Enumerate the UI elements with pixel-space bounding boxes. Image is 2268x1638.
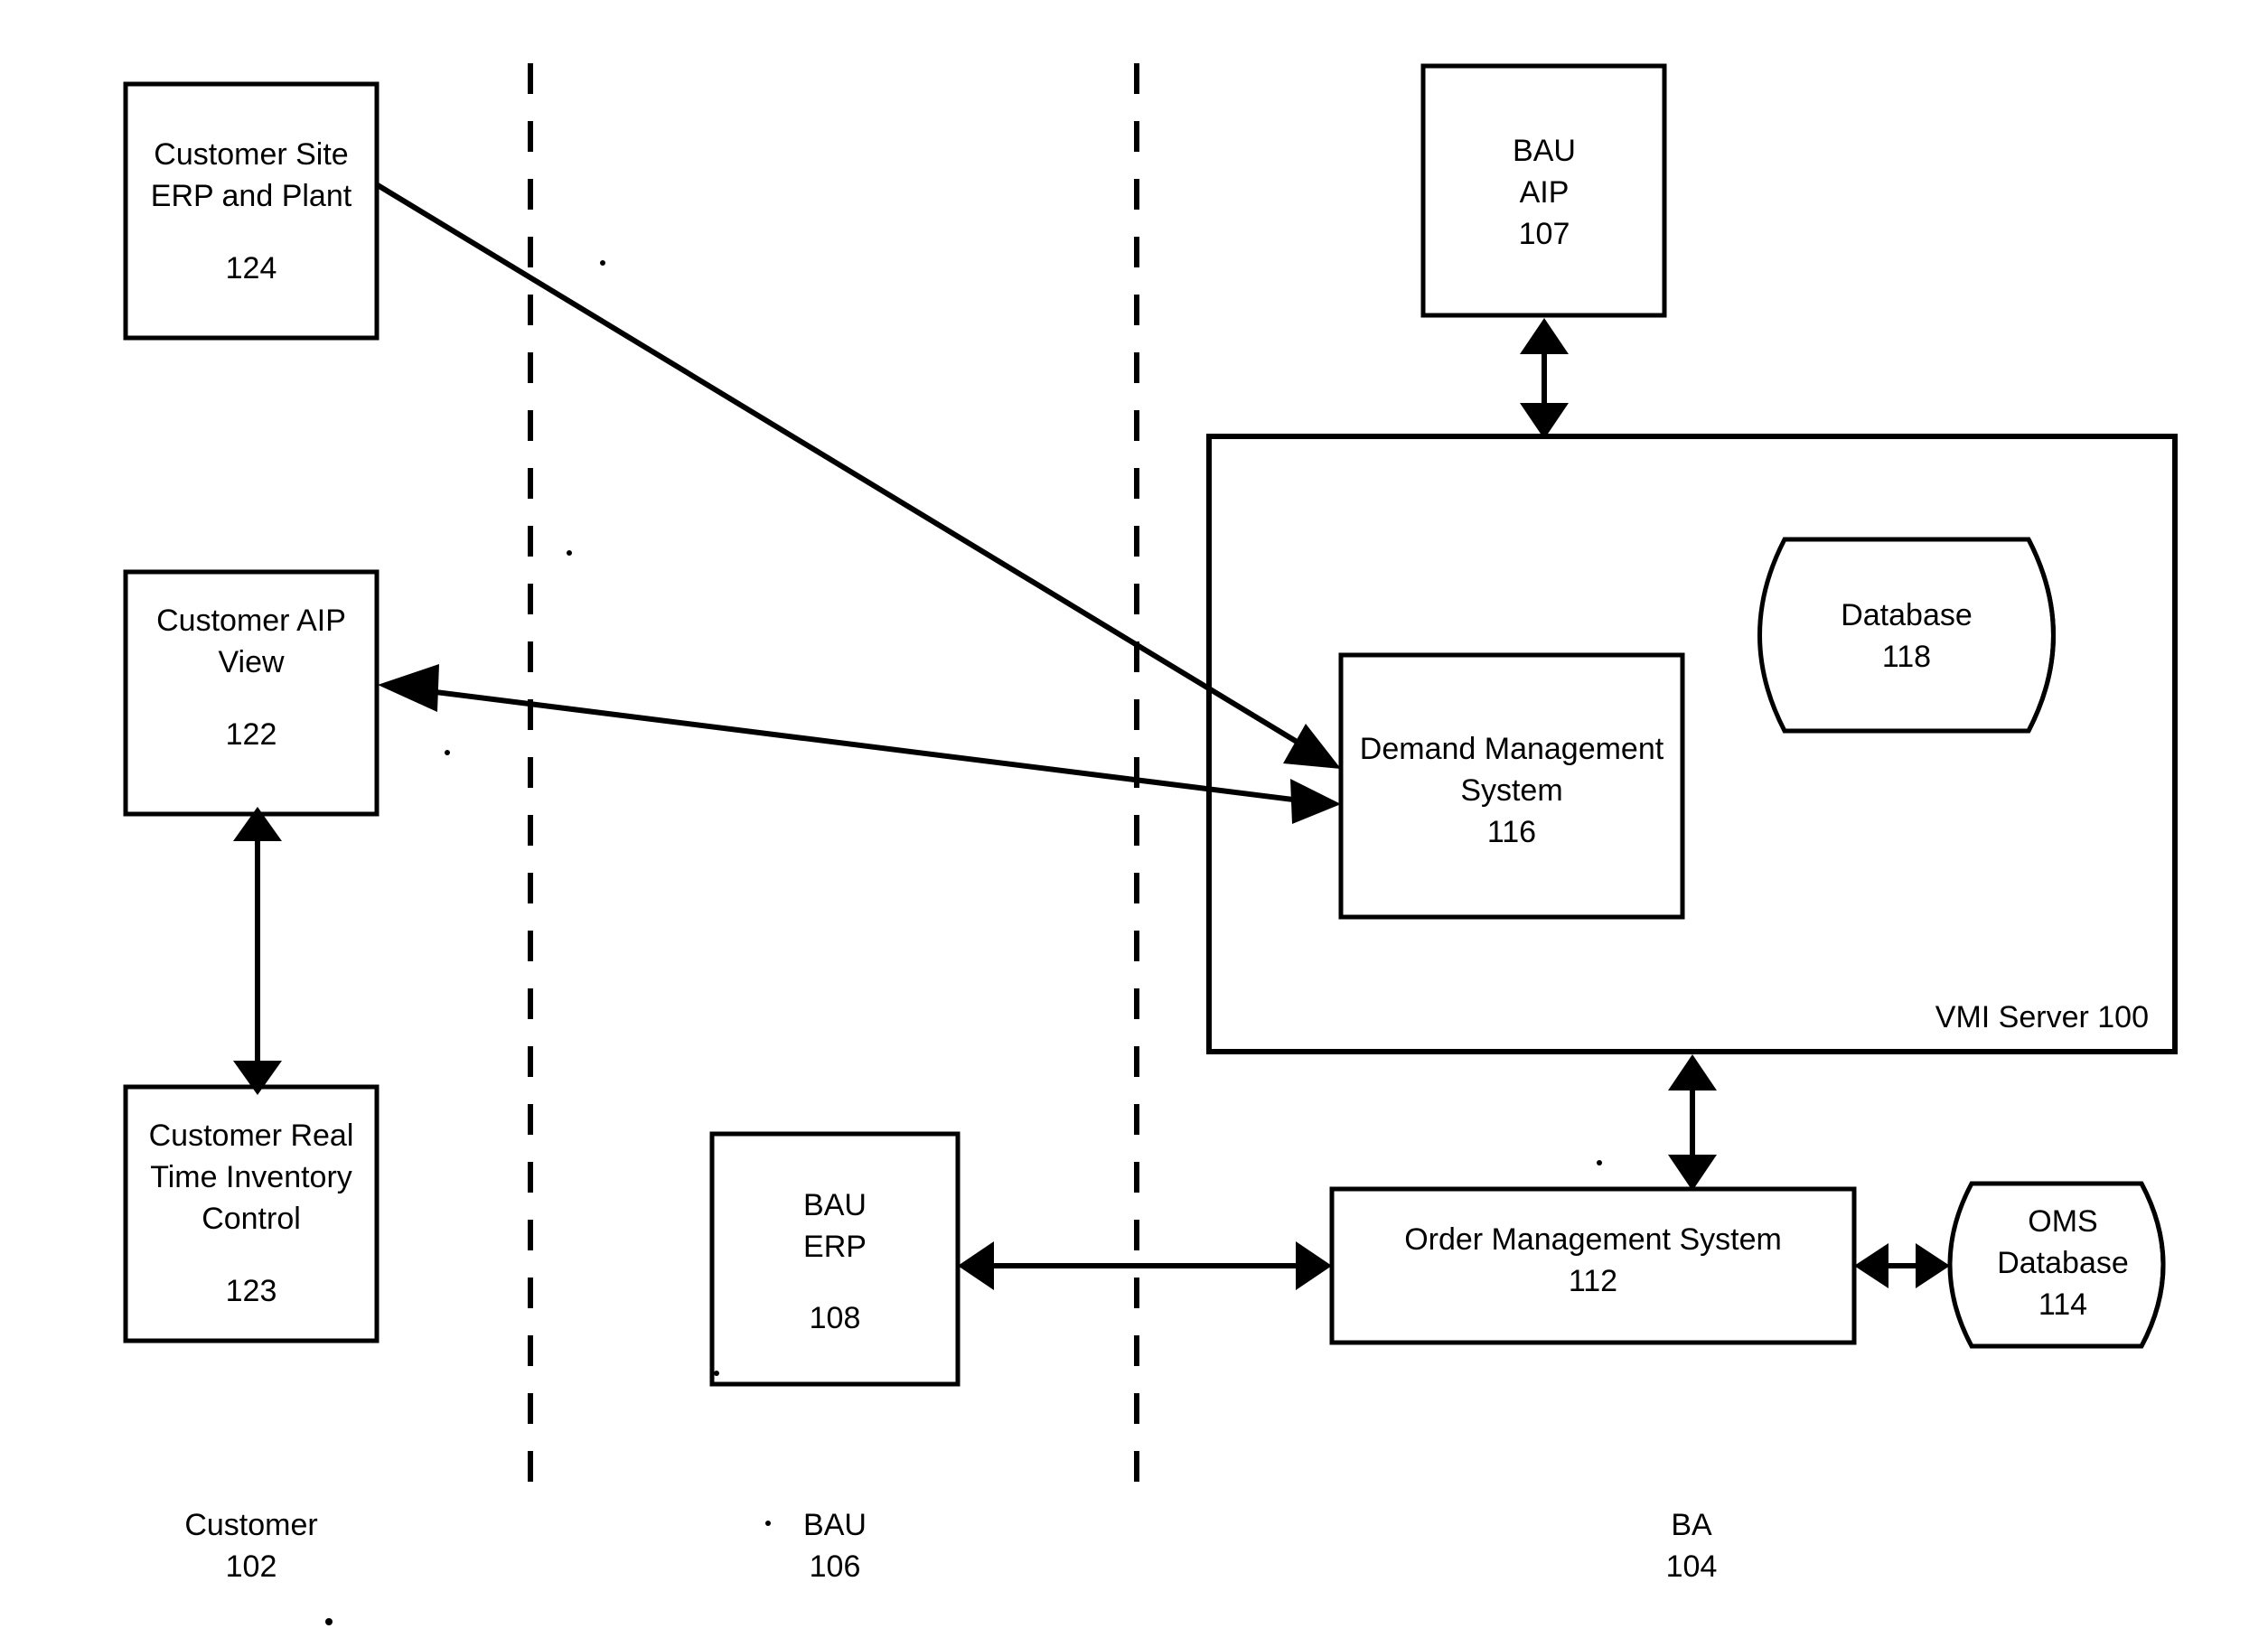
- zone-label-customer: Customer 102: [184, 1508, 317, 1584]
- connector-oms-to-omsdb-arrowhead-left: [1854, 1243, 1888, 1288]
- node-database-number: 118: [1882, 640, 1931, 674]
- zone-label-bau-name: BAU: [803, 1508, 867, 1542]
- diagram-canvas: Customer Site ERP and Plant 124 Customer…: [123, 63, 2178, 1625]
- connector-vmiserver-to-oms-arrowhead-up: [1668, 1054, 1717, 1090]
- vmi-server-container-label: VMI Server 100: [1935, 1000, 2149, 1034]
- node-bau-aip-line1: BAU: [1513, 134, 1576, 168]
- connector-bauaip-to-vmiserver: [1520, 318, 1569, 439]
- node-oms-database-cylinder[interactable]: OMS Database 114: [1947, 1181, 2166, 1349]
- node-database-cylinder-body[interactable]: [1757, 537, 2056, 734]
- node-demand-management-system[interactable]: Demand Management System 116: [1338, 652, 1685, 920]
- node-demand-management-system-line2: System: [1460, 773, 1562, 808]
- connector-bauerp-to-oms-arrowhead-right: [1296, 1241, 1332, 1290]
- scan-speck: [714, 1371, 719, 1376]
- node-bau-aip[interactable]: BAU AIP 107: [1420, 63, 1667, 318]
- node-oms-database-number: 114: [2038, 1287, 2087, 1322]
- node-database-label: Database: [1841, 598, 1973, 632]
- node-customer-aip-view-number: 122: [226, 717, 277, 752]
- node-bau-erp-line1: BAU: [803, 1188, 867, 1222]
- connector-oms-to-omsdb-arrowhead-right: [1916, 1243, 1950, 1288]
- node-oms-database-line2: Database: [1997, 1246, 2129, 1280]
- node-order-management-system[interactable]: Order Management System 112: [1329, 1186, 1857, 1345]
- node-customer-site-erp[interactable]: Customer Site ERP and Plant 124: [123, 81, 380, 341]
- connector-dms-to-aipview-arrowhead-left: [378, 664, 439, 712]
- node-customer-realtime-inventory-control[interactable]: Customer Real Time Inventory Control 123: [123, 1084, 380, 1343]
- connector-oms-to-omsdb: [1854, 1243, 1950, 1288]
- node-demand-management-system-number: 116: [1487, 815, 1536, 849]
- node-database-cylinder[interactable]: Database 118: [1757, 537, 2056, 734]
- scan-speck: [600, 260, 605, 266]
- node-order-management-system-number: 112: [1569, 1264, 1617, 1298]
- connector-dms-to-aipview: [378, 664, 1341, 824]
- zone-label-ba-name: BA: [1671, 1508, 1712, 1542]
- zone-label-customer-name: Customer: [184, 1508, 317, 1542]
- scan-speck: [567, 550, 572, 556]
- node-customer-site-erp-line2: ERP and Plant: [151, 179, 352, 213]
- zone-label-bau: BAU 106: [803, 1508, 867, 1584]
- connector-aipview-to-rtinventory: [233, 807, 282, 1095]
- node-customer-aip-view-line1: Customer AIP: [156, 604, 346, 638]
- node-customer-realtime-inventory-control-number: 123: [226, 1274, 277, 1308]
- connector-vmiserver-to-oms: [1668, 1054, 1717, 1191]
- connector-erp-to-dms-arrowhead: [1283, 724, 1341, 769]
- connector-vmiserver-to-oms-arrowhead-down: [1668, 1155, 1717, 1191]
- node-demand-management-system-line1: Demand Management: [1360, 732, 1664, 766]
- zone-label-ba: BA 104: [1666, 1508, 1718, 1584]
- node-customer-realtime-inventory-control-line3: Control: [201, 1202, 301, 1236]
- node-customer-realtime-inventory-control-line2: Time Inventory: [150, 1160, 352, 1194]
- scan-speck: [325, 1618, 333, 1625]
- node-bau-aip-number: 107: [1519, 217, 1570, 251]
- zone-label-bau-number: 106: [810, 1549, 861, 1584]
- node-order-management-system-line1: Order Management System: [1404, 1222, 1782, 1257]
- connector-dms-to-aipview-arrowhead-right: [1290, 779, 1341, 824]
- connector-bauerp-to-oms: [958, 1241, 1332, 1290]
- zone-label-ba-number: 104: [1666, 1549, 1718, 1584]
- node-customer-aip-view-line2: View: [218, 645, 285, 679]
- node-customer-site-erp-line1: Customer Site: [154, 137, 348, 172]
- node-oms-database-line1: OMS: [2028, 1204, 2097, 1239]
- node-bau-erp-line2: ERP: [803, 1230, 867, 1264]
- scan-speck: [765, 1521, 771, 1526]
- scan-speck: [1597, 1160, 1602, 1165]
- scan-speck: [445, 750, 450, 755]
- node-bau-erp[interactable]: BAU ERP 108: [709, 1131, 961, 1387]
- connector-erp-to-dms: [376, 183, 1341, 769]
- node-bau-erp-number: 108: [810, 1301, 861, 1335]
- connector-bauaip-to-vmiserver-arrowhead-up: [1520, 318, 1569, 354]
- connector-bauerp-to-oms-arrowhead-left: [958, 1241, 994, 1290]
- node-customer-aip-view[interactable]: Customer AIP View 122: [123, 569, 380, 817]
- node-customer-site-erp-number: 124: [226, 251, 277, 285]
- node-customer-realtime-inventory-control-line1: Customer Real: [149, 1119, 354, 1153]
- diagram-root: Customer Site ERP and Plant 124 Customer…: [0, 0, 2268, 1638]
- zone-label-customer-number: 102: [226, 1549, 277, 1584]
- node-bau-aip-line2: AIP: [1520, 175, 1570, 210]
